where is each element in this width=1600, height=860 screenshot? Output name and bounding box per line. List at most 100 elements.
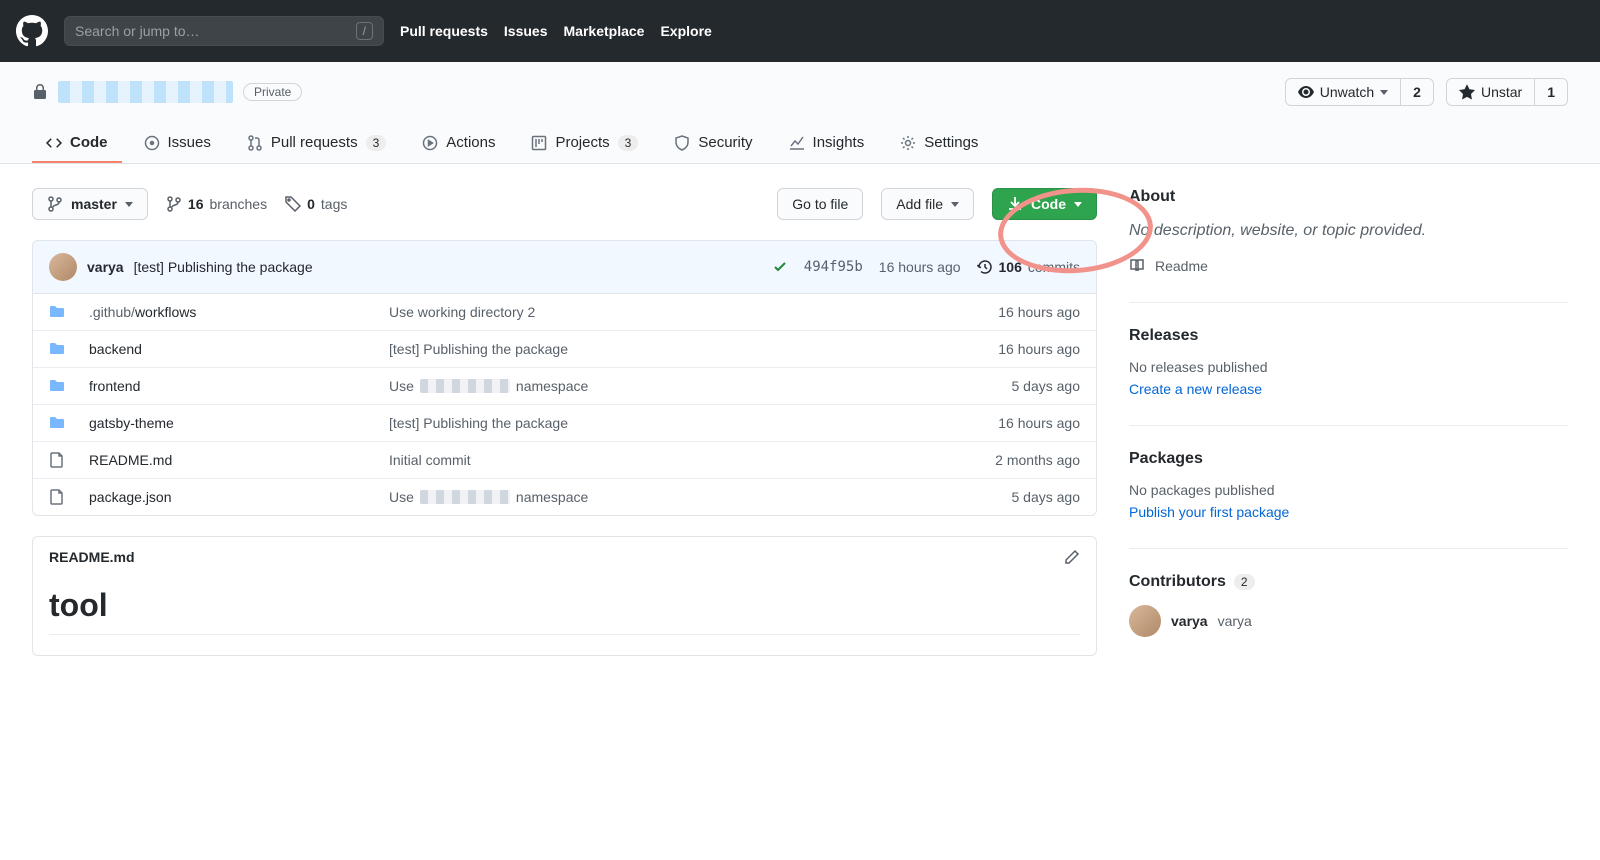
file-list: .github/workflowsUse working directory 2… (32, 294, 1097, 516)
contributors-heading[interactable]: Contributors 2 (1129, 573, 1568, 591)
issue-icon (144, 135, 160, 151)
file-name[interactable]: README.md (89, 452, 389, 468)
commits-history-link[interactable]: 106 commits (977, 259, 1080, 275)
tab-settings[interactable]: Settings (886, 124, 992, 163)
file-commit-message[interactable]: Use namespace (389, 378, 900, 394)
tab-pull-requests[interactable]: Pull requests 3 (233, 124, 400, 163)
contributor-row[interactable]: varya varya (1129, 605, 1568, 637)
tab-projects[interactable]: Projects 3 (517, 124, 652, 163)
github-logo-icon[interactable] (16, 15, 48, 47)
tab-code[interactable]: Code (32, 124, 122, 163)
avatar[interactable] (49, 253, 77, 281)
file-row[interactable]: package.jsonUse namespace5 days ago (33, 478, 1096, 515)
star-count[interactable]: 1 (1535, 78, 1568, 106)
file-icon (49, 489, 89, 505)
tab-issues[interactable]: Issues (130, 124, 225, 163)
readme-filename[interactable]: README.md (49, 549, 135, 565)
file-row[interactable]: README.mdInitial commit2 months ago (33, 441, 1096, 478)
git-branch-icon (166, 196, 182, 212)
file-row[interactable]: frontendUse namespace5 days ago (33, 367, 1096, 404)
tab-label: Insights (813, 134, 865, 151)
folder-icon (49, 341, 89, 357)
file-commit-message[interactable]: [test] Publishing the package (389, 341, 900, 357)
code-icon (46, 135, 62, 151)
file-row[interactable]: gatsby-theme[test] Publishing the packag… (33, 404, 1096, 441)
graph-icon (789, 135, 805, 151)
edit-icon[interactable] (1064, 549, 1080, 565)
commit-time[interactable]: 16 hours ago (879, 259, 961, 275)
tab-label: Projects (555, 134, 609, 151)
watch-count[interactable]: 2 (1401, 78, 1434, 106)
tab-actions[interactable]: Actions (408, 124, 509, 163)
contributor-login: varya (1218, 613, 1252, 629)
global-nav-links: Pull requests Issues Marketplace Explore (400, 23, 712, 39)
avatar (1129, 605, 1161, 637)
file-commit-message[interactable]: [test] Publishing the package (389, 415, 900, 431)
create-release-link[interactable]: Create a new release (1129, 381, 1262, 397)
folder-icon (49, 304, 89, 320)
star-icon (1459, 84, 1475, 100)
nav-pull-requests[interactable]: Pull requests (400, 23, 488, 39)
add-file-button[interactable]: Add file (881, 188, 974, 220)
packages-section: Packages No packages published Publish y… (1129, 450, 1568, 520)
file-time: 16 hours ago (900, 341, 1080, 357)
nav-marketplace[interactable]: Marketplace (564, 23, 645, 39)
releases-heading[interactable]: Releases (1129, 327, 1568, 345)
file-time: 5 days ago (900, 489, 1080, 505)
contributors-count: 2 (1234, 574, 1255, 590)
tags-label: tags (321, 196, 347, 212)
file-name[interactable]: frontend (89, 378, 389, 394)
file-commit-message[interactable]: Use working directory 2 (389, 304, 900, 320)
file-name[interactable]: gatsby-theme (89, 415, 389, 431)
folder-icon (49, 415, 89, 431)
nav-issues[interactable]: Issues (504, 23, 548, 39)
unwatch-button[interactable]: Unwatch (1285, 78, 1401, 106)
file-row[interactable]: .github/workflowsUse working directory 2… (33, 294, 1096, 330)
slash-shortcut-badge: / (356, 22, 373, 40)
project-icon (531, 135, 547, 151)
file-time: 16 hours ago (900, 304, 1080, 320)
commit-author[interactable]: varya (87, 259, 124, 275)
unstar-button[interactable]: Unstar (1446, 78, 1535, 106)
repo-header: Private Unwatch 2 Unstar 1 Code (0, 62, 1600, 164)
search-input[interactable] (75, 23, 356, 39)
pull-request-icon (247, 135, 263, 151)
code-label: Code (1031, 196, 1066, 212)
code-download-button[interactable]: Code (992, 188, 1097, 220)
branches-label: branches (210, 196, 268, 212)
file-row[interactable]: backend[test] Publishing the package16 h… (33, 330, 1096, 367)
tab-security[interactable]: Security (660, 124, 766, 163)
repo-name-redacted[interactable] (58, 81, 233, 103)
tag-icon (285, 196, 301, 212)
packages-heading[interactable]: Packages (1129, 450, 1568, 468)
tags-link[interactable]: 0 tags (285, 196, 347, 212)
latest-commit-row: varya [test] Publishing the package 494f… (32, 240, 1097, 294)
commit-sha[interactable]: 494f95b (804, 259, 863, 275)
file-commit-message[interactable]: Use namespace (389, 489, 900, 505)
go-to-file-button[interactable]: Go to file (777, 188, 863, 220)
download-icon (1007, 196, 1023, 212)
file-icon (49, 452, 89, 468)
file-commit-message[interactable]: Initial commit (389, 452, 900, 468)
readme-link[interactable]: Readme (1129, 258, 1568, 274)
branch-switcher[interactable]: master (32, 188, 148, 220)
publish-package-link[interactable]: Publish your first package (1129, 504, 1289, 520)
nav-explore[interactable]: Explore (660, 23, 711, 39)
commit-message[interactable]: [test] Publishing the package (134, 259, 313, 275)
file-name[interactable]: backend (89, 341, 389, 357)
history-icon (977, 259, 993, 275)
tab-counter: 3 (366, 135, 387, 151)
commits-count: 106 (999, 259, 1022, 275)
file-time: 5 days ago (900, 378, 1080, 394)
file-name[interactable]: package.json (89, 489, 389, 505)
check-icon[interactable] (772, 259, 788, 275)
file-name[interactable]: .github/workflows (89, 304, 389, 320)
branches-link[interactable]: 16 branches (166, 196, 267, 212)
global-search[interactable]: / (64, 16, 384, 46)
tab-insights[interactable]: Insights (775, 124, 879, 163)
contributors-section: Contributors 2 varya varya (1129, 573, 1568, 637)
branches-count: 16 (188, 196, 204, 212)
branch-name: master (71, 196, 117, 212)
tab-label: Actions (446, 134, 495, 151)
shield-icon (674, 135, 690, 151)
